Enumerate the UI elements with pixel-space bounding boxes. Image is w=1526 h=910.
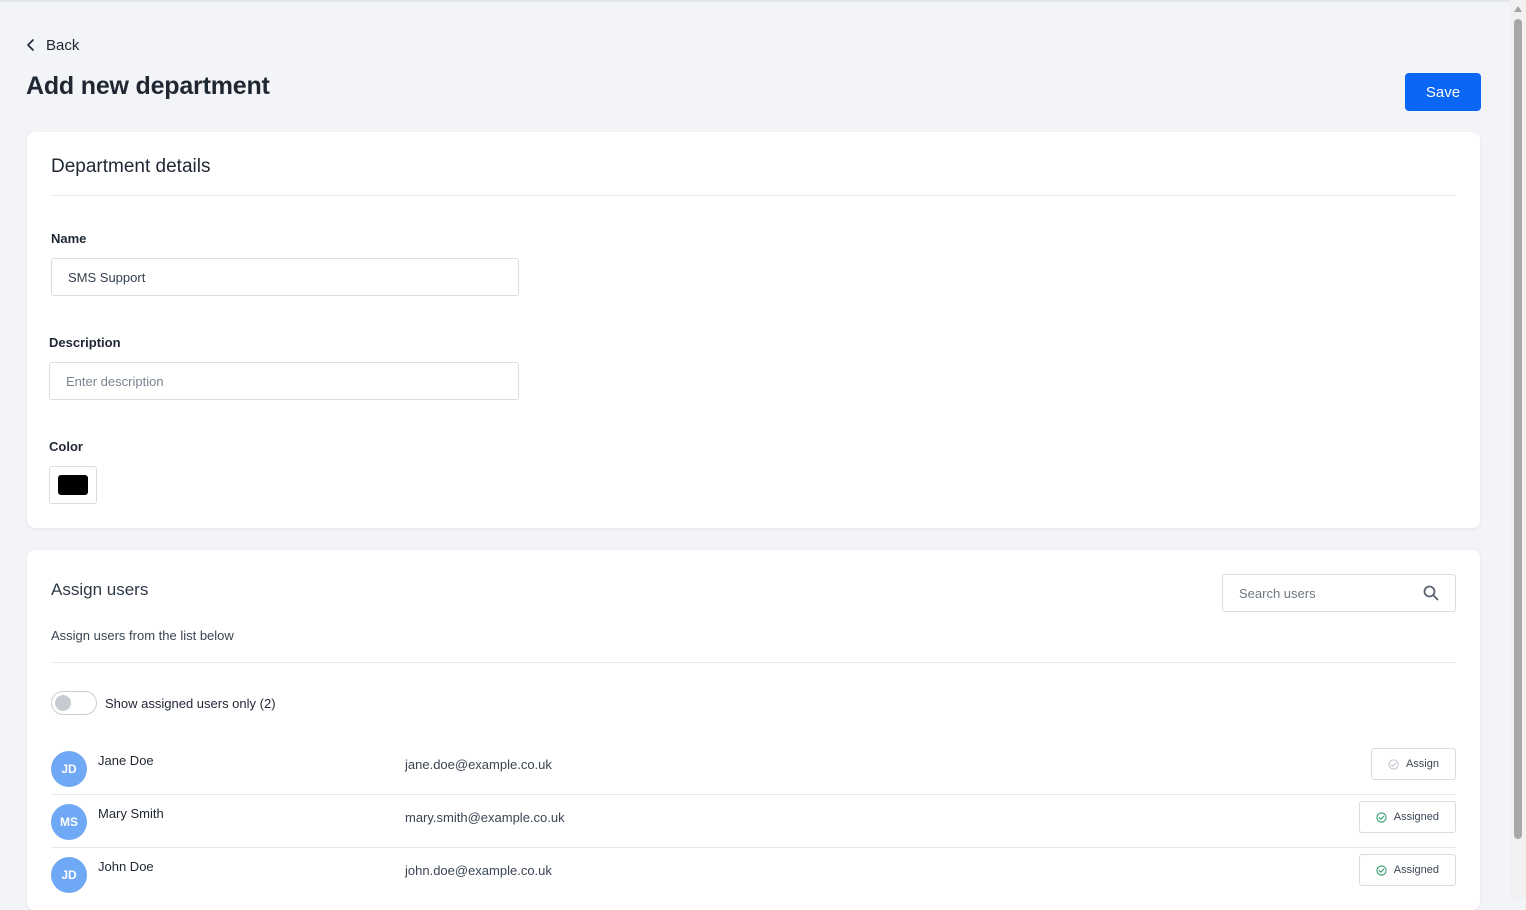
user-name: John Doe [98,859,154,874]
save-button[interactable]: Save [1405,73,1481,111]
circle-check-icon [1376,864,1387,876]
assign-button[interactable]: Assign [1370,748,1456,780]
color-picker[interactable] [49,466,97,504]
assign-divider [51,662,1456,663]
description-label: Description [49,335,121,350]
search-users-input[interactable] [1223,575,1445,611]
page: Back Add new department Save Department … [0,0,1510,910]
circle-check-icon [1376,811,1387,823]
avatar: JD [51,857,87,893]
user-email: john.doe@example.co.uk [405,863,552,878]
color-label: Color [49,439,83,454]
user-row: JD Jane Doe jane.doe@example.co.uk Assig… [51,741,1456,795]
assign-button-label: Assign [1405,758,1439,770]
search-users-box [1222,574,1456,612]
circle-check-icon [1388,758,1399,770]
assign-users-card: Assign users Assign users from the list … [27,550,1480,910]
assign-users-subtitle: Assign users from the list below [51,628,234,643]
assign-users-title: Assign users [51,580,149,599]
search-icon[interactable] [1423,585,1439,601]
description-input[interactable] [49,362,519,400]
user-email: mary.smith@example.co.uk [405,810,565,825]
page-title: Add new department [26,72,270,100]
assigned-button-label: Assigned [1393,864,1439,876]
user-row: JD John Doe john.doe@example.co.uk Assig… [51,847,1456,900]
user-row: MS Mary Smith mary.smith@example.co.uk A… [51,794,1456,848]
name-label: Name [51,231,87,246]
department-details-card: Department details Name Description Colo… [27,132,1480,528]
assigned-button-label: Assigned [1393,811,1439,823]
color-swatch [58,475,88,495]
assigned-button[interactable]: Assigned [1358,801,1456,833]
avatar: MS [51,804,87,840]
avatar: JD [51,751,87,787]
user-email: jane.doe@example.co.uk [405,757,552,772]
scroll-up-arrow-icon[interactable] [1514,6,1522,12]
chevron-left-icon [27,39,34,51]
user-name: Jane Doe [98,753,154,768]
assigned-only-label: Show assigned users only (2) [105,695,276,711]
toggle-knob [55,695,71,711]
back-link[interactable]: Back [26,36,79,54]
back-label: Back [46,36,80,54]
name-input[interactable] [51,258,519,296]
assigned-only-toggle[interactable] [51,691,97,715]
assigned-button[interactable]: Assigned [1358,854,1456,886]
department-details-title: Department details [51,156,211,177]
scroll-thumb[interactable] [1514,19,1522,839]
details-divider [51,195,1456,196]
user-name: Mary Smith [98,806,164,821]
assigned-only-toggle-row: Show assigned users only (2) [51,691,276,715]
vertical-scrollbar[interactable] [1510,0,1526,899]
